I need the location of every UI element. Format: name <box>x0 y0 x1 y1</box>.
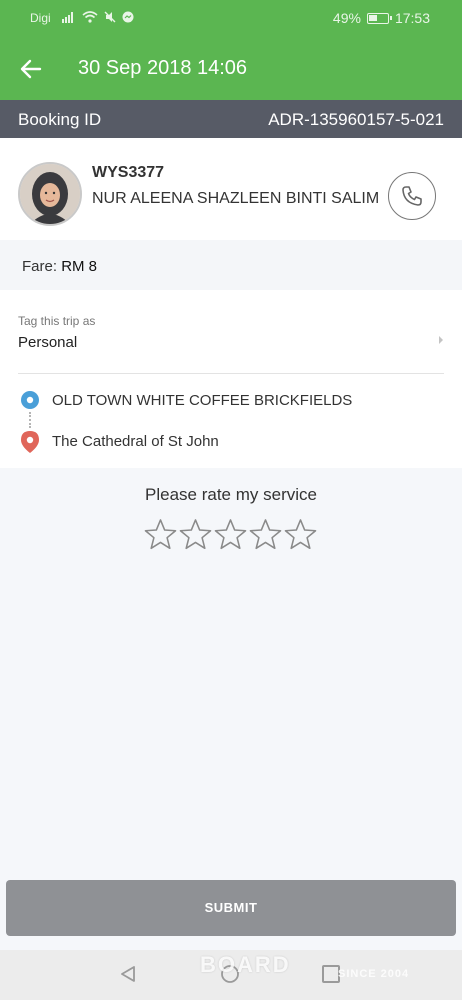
fare-amount: RM 8 <box>61 258 98 275</box>
star-5-icon[interactable] <box>284 518 317 551</box>
battery-icon <box>366 12 392 24</box>
carrier-label: Digi <box>30 11 51 25</box>
driver-avatar <box>18 162 82 226</box>
rating-prompt: Please rate my service <box>145 485 317 504</box>
star-3-icon[interactable] <box>214 518 247 551</box>
divider <box>18 373 444 374</box>
pickup-location-icon <box>21 391 39 409</box>
chevron-right-icon[interactable] <box>436 334 446 346</box>
booking-id-value: ADR-135960157-5-021 <box>268 110 444 129</box>
tag-trip-select[interactable]: Personal <box>18 334 77 351</box>
dropoff-address: The Cathedral of St John <box>52 433 219 450</box>
back-arrow-icon[interactable] <box>18 56 44 82</box>
submit-button[interactable]: SUBMIT <box>6 880 456 936</box>
status-icons <box>62 11 134 23</box>
booking-id-bar: Booking ID ADR-135960157-5-021 <box>0 100 462 138</box>
star-rating <box>144 518 317 551</box>
route-connector <box>29 412 31 428</box>
phone-icon <box>402 186 422 206</box>
nav-back-icon[interactable] <box>118 964 138 984</box>
clock: 17:53 <box>394 10 430 26</box>
fare-row: Fare: RM 8 <box>22 258 97 275</box>
signal-icon <box>62 12 73 23</box>
submit-area: SUBMIT <box>0 860 462 950</box>
star-1-icon[interactable] <box>144 518 177 551</box>
trip-details: Tag this trip as Personal OLD TOWN WHITE… <box>0 290 462 468</box>
star-2-icon[interactable] <box>179 518 212 551</box>
avatar-photo-icon <box>20 164 80 224</box>
battery-percent: 49% <box>332 10 361 26</box>
vehicle-plate: WYS3377 <box>92 164 165 181</box>
star-4-icon[interactable] <box>249 518 282 551</box>
watermark-logo: BOARD <box>200 952 291 977</box>
watermark-since: SINCE 2004 <box>338 968 410 980</box>
driver-name: NUR ALEENA SHAZLEEN BINTI SALIM <box>92 190 380 207</box>
page-title: 30 Sep 2018 14:06 <box>78 57 248 79</box>
app-bar: 30 Sep 2018 14:06 <box>0 38 462 100</box>
tag-trip-label: Tag this trip as <box>18 314 96 328</box>
status-bar: Digi 49% 17:53 <box>0 0 462 38</box>
fare-label: Fare: <box>22 258 58 275</box>
pickup-address: OLD TOWN WHITE COFFEE BRICKFIELDS <box>52 392 353 409</box>
status-right: 49% 17:53 <box>333 10 430 26</box>
call-driver-button[interactable] <box>388 172 436 220</box>
booking-id-label: Booking ID <box>18 110 102 129</box>
fare-section: Fare: RM 8 <box>0 240 462 290</box>
rating-section: Please rate my service <box>0 468 462 860</box>
driver-card: WYS3377 NUR ALEENA SHAZLEEN BINTI SALIM <box>0 138 462 240</box>
wifi-icon <box>82 11 98 23</box>
dropoff-pin-icon <box>21 431 39 453</box>
messenger-icon <box>122 11 134 23</box>
mute-icon <box>104 11 116 23</box>
